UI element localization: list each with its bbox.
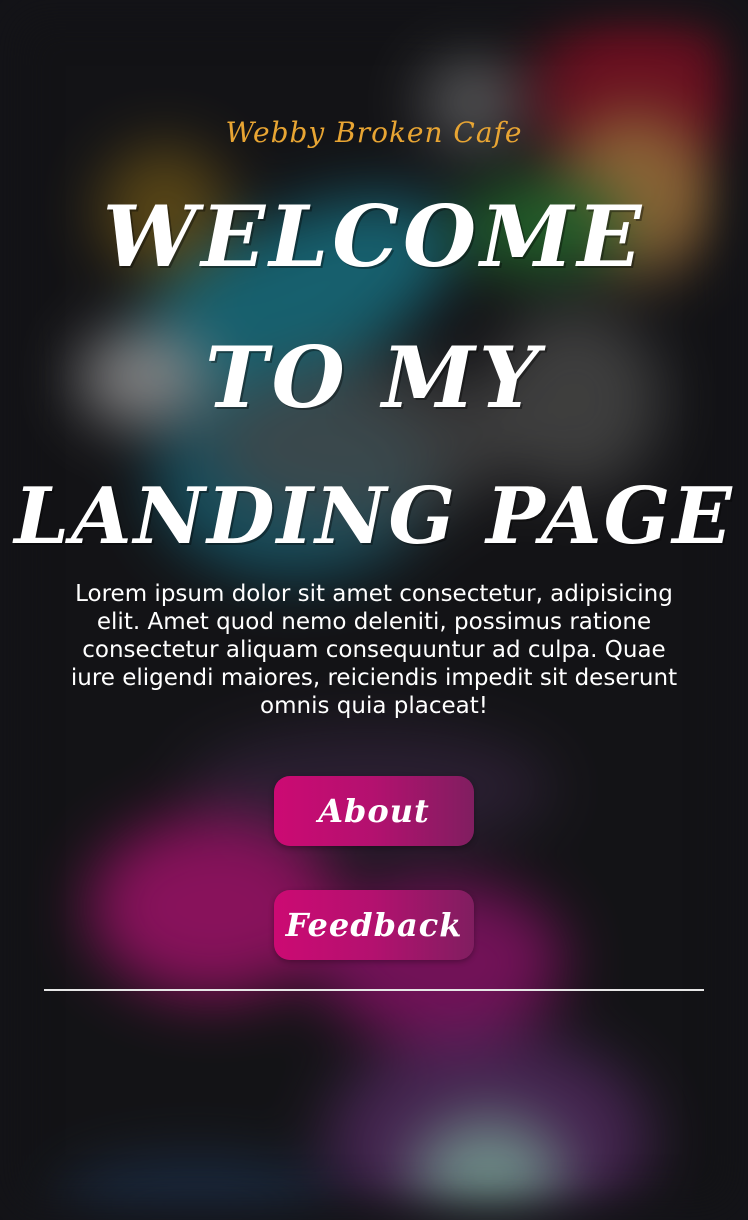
about-button-label: About xyxy=(318,792,430,830)
feedback-button-label: Feedback xyxy=(285,906,463,944)
about-button[interactable]: About xyxy=(274,776,474,846)
headline-line-2: TO MY xyxy=(205,328,543,427)
section-divider xyxy=(44,989,704,991)
landing-page: Webby Broken Cafe WELCOME TO MY LANDING … xyxy=(0,0,748,1220)
hero-section: Webby Broken Cafe WELCOME TO MY LANDING … xyxy=(0,0,748,1220)
hero-description: Lorem ipsum dolor sit amet consectetur, … xyxy=(70,581,678,719)
feedback-button[interactable]: Feedback xyxy=(274,890,474,960)
headline-line-1: WELCOME xyxy=(102,187,646,286)
headline-line-3: LANDING PAGE xyxy=(14,471,734,562)
brand-name: Webby Broken Cafe xyxy=(225,116,523,149)
